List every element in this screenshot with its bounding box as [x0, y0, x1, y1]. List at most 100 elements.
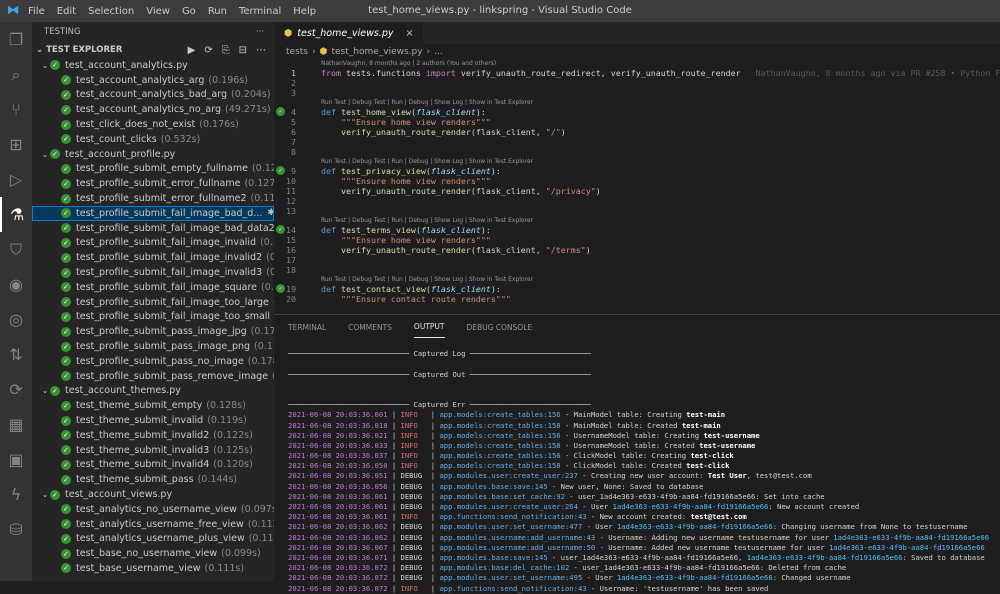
test-item[interactable]: ✓ test_profile_submit_error_fullname2 (0.1… [32, 191, 290, 206]
line-number: 4 [291, 106, 296, 117]
test-item[interactable]: ✓ test_analytics_no_username_view (0.097s) [32, 502, 280, 517]
test-item[interactable]: ✓ test_theme_submit_invalid4 (0.120s) [32, 458, 274, 473]
test-item[interactable]: ✓test_profile_submit_fail_image_square(0… [32, 280, 301, 295]
explorer-icon[interactable]: ❐ [0, 22, 32, 57]
breadcrumb-item[interactable]: test_home_views.py [331, 47, 422, 57]
code-editor[interactable]: NathanVaughn, 8 months ago | 2 authors (… [274, 60, 1000, 314]
panel-tab-comments[interactable]: COMMENTS [348, 317, 392, 338]
search-icon[interactable]: ⌕ [0, 57, 32, 92]
close-icon[interactable]: × [405, 28, 413, 39]
chevron-down-icon[interactable]: ⌄ [40, 150, 50, 159]
github-icon[interactable]: ◎ [0, 302, 32, 337]
test-item[interactable]: ✓ test_profile_submit_empty_fullname (0.12… [32, 162, 292, 177]
test-file-item[interactable]: ⌄ ✓ test_account_themes.py [32, 384, 274, 399]
more-icon[interactable]: ⋯ [256, 45, 266, 56]
log-level: INFO [400, 461, 423, 471]
log-separator: - [595, 532, 609, 542]
test-item[interactable]: ✓ test_profile_submit_fail_image_invalid3… [32, 265, 306, 280]
test-item[interactable]: ✓test_profile_submit_pass_remove_image(0… [32, 369, 312, 384]
pull-requests-icon[interactable]: ⇅ [0, 337, 32, 372]
test-item[interactable]: ✓ test_theme_submit_empty (0.128s) [32, 398, 274, 413]
menu-item-go[interactable]: Go [182, 6, 196, 17]
test-item[interactable]: ✓ test_profile_submit_fail_image_invalid2… [32, 250, 306, 265]
panel-tab-output[interactable]: OUTPUT [413, 316, 445, 338]
collapse-all-icon[interactable]: ⊟ [239, 45, 247, 56]
test-item[interactable]: ✓ test_analytics_username_free_view (0.112… [32, 517, 287, 532]
log-separator: | [387, 471, 401, 481]
test-item[interactable]: ✓ test_base_no_username_view (0.099s) [32, 546, 274, 561]
testing-icon[interactable]: ⚗ [0, 197, 32, 232]
bookmarks-icon[interactable]: ⛉ [0, 232, 32, 267]
menu-item-run[interactable]: Run [208, 6, 227, 17]
output-log[interactable]: ──────────────────────────── Captured Lo… [274, 339, 1000, 594]
menu-item-selection[interactable]: Selection [88, 6, 134, 17]
more-actions-icon[interactable]: ··· [256, 27, 264, 37]
menu-item-edit[interactable]: Edit [57, 6, 76, 17]
codelens-test-actions[interactable]: Run Test | Debug Test | Run | Debug | Sh… [321, 99, 533, 106]
chevron-down-icon[interactable]: ⌄ [40, 490, 50, 499]
test-item[interactable]: ✓test_profile_submit_pass_image_png(0.15… [32, 339, 294, 354]
test-item[interactable]: ✓ test_base_username_view (0.111s) [32, 561, 274, 576]
test-item[interactable]: ✓ test_account_analytics_arg (0.196s) [32, 73, 274, 88]
test-item[interactable]: ✓ test_account_analytics_bad_arg (0.204s) [32, 88, 274, 103]
terminal-icon[interactable]: ▣ [0, 442, 32, 477]
test-explorer-section[interactable]: ⌄ TEST EXPLORER ▶ ⟳ ⎘ ⊟ ⋯ [32, 42, 274, 58]
test-item[interactable]: ✓ test_profile_submit_pass_no_image (0.178… [32, 354, 287, 369]
azure-icon[interactable]: ϟ [0, 477, 32, 512]
log-separator: | [387, 440, 401, 450]
source-control-icon[interactable]: ⑂ [0, 92, 32, 127]
test-item[interactable]: ✓ test_theme_submit_invalid2 (0.122s) [32, 428, 274, 443]
test-item[interactable]: ✓ test_theme_submit_invalid3 (0.125s) [32, 443, 274, 458]
test-passed-icon: ✓ [50, 149, 60, 160]
log-separator: | [387, 512, 401, 522]
test-item[interactable]: ✓test_profile_submit_fail_image_invalid(… [32, 236, 300, 251]
test-item[interactable]: ✓ test_analytics_username_plus_view (0.114… [32, 532, 288, 547]
test-item[interactable]: ✓ test_click_does_not_exist (0.176s) [32, 117, 274, 132]
test-file-item[interactable]: ⌄ ✓ test_account_analytics.py [32, 58, 274, 73]
test-item[interactable]: ✓ test_account_analytics_no_arg (49.271s) [32, 102, 274, 117]
breadcrumb-item[interactable]: tests [286, 47, 308, 57]
test-item[interactable]: ✓ test_profile_submit_fail_image_too_larg… [32, 295, 312, 310]
codelens-authors[interactable]: NathanVaughn, 8 months ago | 2 authors (… [321, 60, 496, 67]
panel-tab-debug-console[interactable]: DEBUG CONSOLE [467, 317, 533, 338]
docker-icon[interactable]: ▦ [0, 407, 32, 442]
menu-item-file[interactable]: File [28, 6, 45, 17]
test-passed-icon: ✓ [61, 548, 71, 559]
show-log-icon[interactable]: ⎘ [222, 45, 230, 56]
test-file-item[interactable]: ⌄ ✓ test_account_views.py [32, 487, 274, 502]
chevron-down-icon[interactable]: ⌄ [40, 386, 50, 395]
editor-tab[interactable]: ⬢ test_home_views.py × [274, 22, 424, 44]
run-debug-icon[interactable]: ▷ [0, 162, 32, 197]
refresh-icon[interactable]: ⟳ [204, 45, 212, 56]
test-item[interactable]: ✓ test_profile_submit_error_fullname (0.12… [32, 176, 284, 191]
test-item[interactable]: ✓ test_profile_submit_pass_image_jpg (0.17… [32, 324, 290, 339]
breadcrumb-item[interactable]: ... [434, 47, 443, 57]
test-item[interactable]: ✓ test_profile_submit_fail_image_bad_d...… [32, 205, 299, 221]
test-name: test_analytics_username_plus_view [76, 533, 245, 545]
testing-sidebar: TESTING ··· ⌄ TEST EXPLORER ▶ ⟳ ⎘ ⊟ ⋯ ⌄ ✓… [32, 22, 318, 581]
menu-item-help[interactable]: Help [293, 6, 316, 17]
codelens-test-actions[interactable]: Run Test | Debug Test | Run | Debug | Sh… [321, 217, 533, 224]
database-icon[interactable]: ⛁ [0, 512, 32, 547]
run-all-icon[interactable]: ▶ [188, 45, 196, 56]
panel-tab-terminal[interactable]: TERMINAL [288, 317, 326, 338]
codelens-test-actions[interactable]: Run Test | Debug Test | Run | Debug | Sh… [321, 276, 533, 283]
test-item[interactable]: ✓ test_theme_submit_invalid (0.119s) [32, 413, 274, 428]
test-file-item[interactable]: ⌄ ✓ test_account_profile.py [32, 147, 274, 162]
menu-item-terminal[interactable]: Terminal [239, 6, 281, 17]
log-separator: - [586, 512, 600, 522]
test-item[interactable]: ✓ test_profile_submit_fail_image_bad_data… [32, 221, 318, 236]
test-item[interactable]: ✓ test_theme_submit_pass (0.144s) [32, 472, 274, 487]
chevron-down-icon[interactable]: ⌄ [40, 61, 50, 70]
run-icon[interactable]: ◉ [0, 267, 32, 302]
test-item[interactable]: ✓ test_profile_submit_fail_image_too_smal… [32, 310, 314, 325]
remote-icon[interactable]: ⟳ [0, 372, 32, 407]
test-passed-icon: ✓ [61, 371, 71, 382]
test-name: test_profile_submit_error_fullname2 [76, 193, 247, 205]
extensions-icon[interactable]: ⊞ [0, 127, 32, 162]
menu-item-view[interactable]: View [146, 6, 170, 17]
test-item[interactable]: ✓ test_count_clicks (0.532s) [32, 132, 274, 147]
codelens-test-actions[interactable]: Run Test | Debug Test | Run | Debug | Sh… [321, 158, 533, 165]
